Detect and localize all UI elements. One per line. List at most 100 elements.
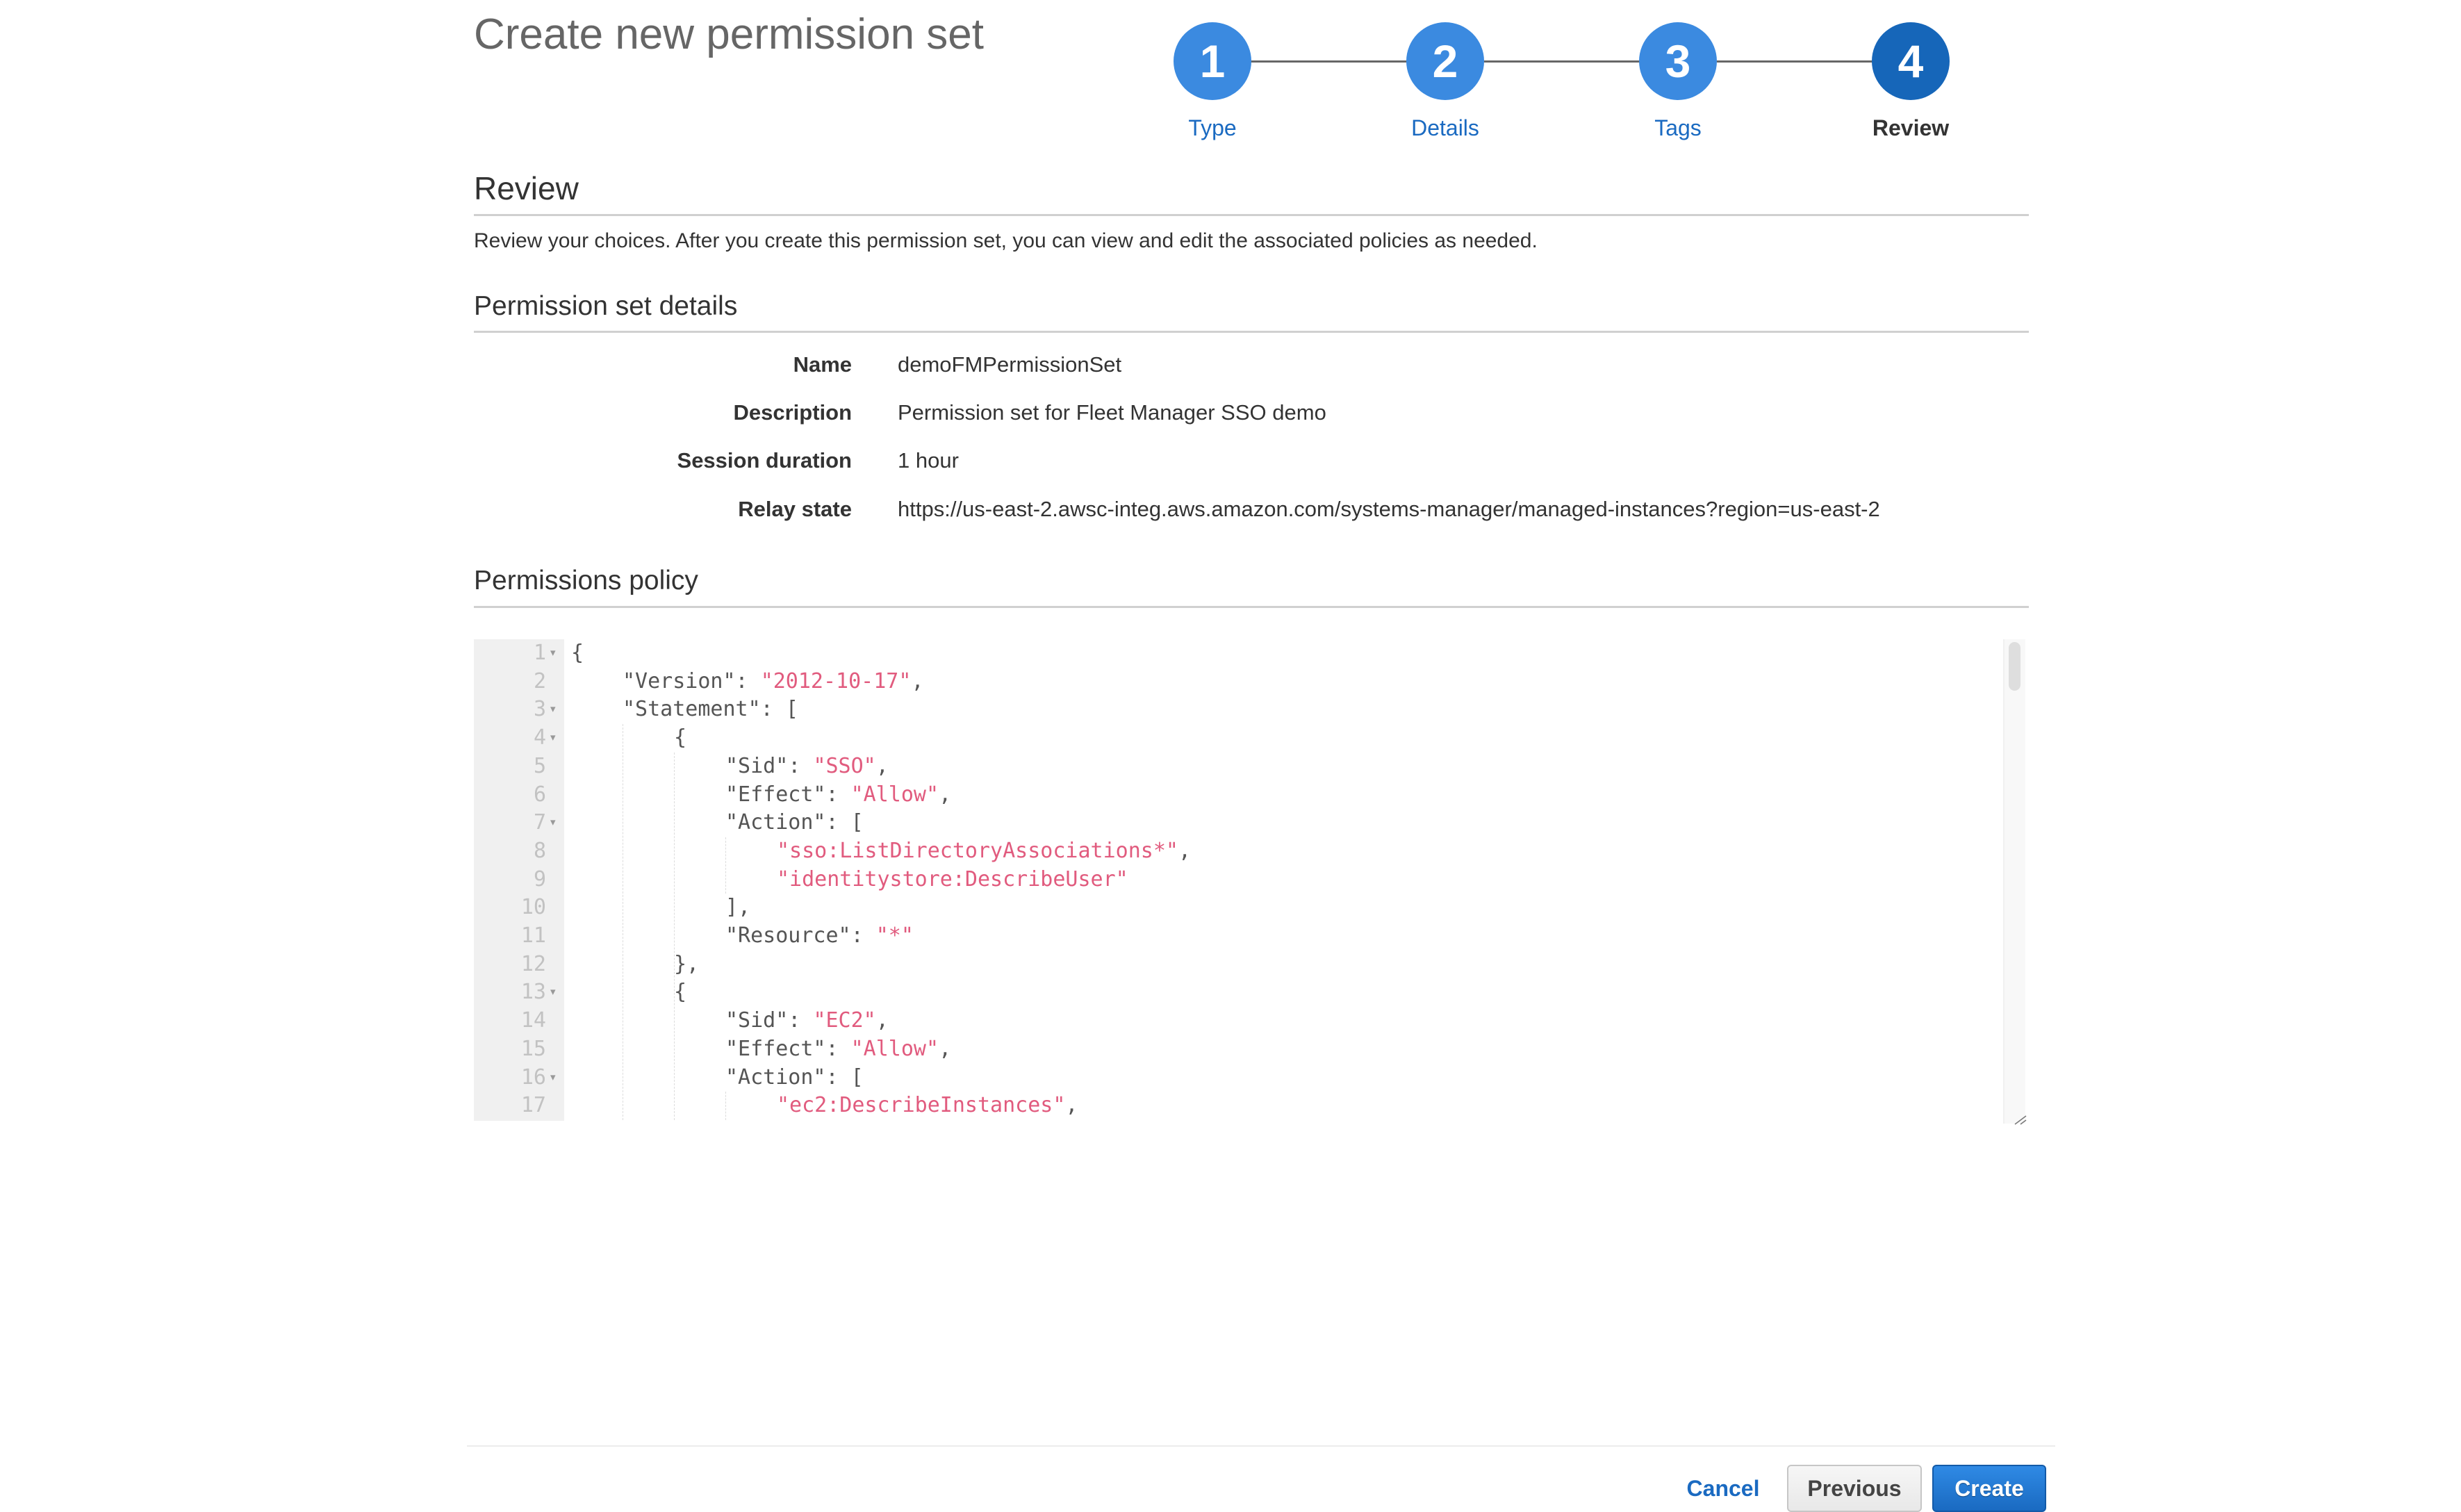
json-key: "Action":	[725, 1065, 851, 1090]
review-description: Review your choices. After you create th…	[474, 229, 1538, 252]
step-2-circle[interactable]: 2	[1406, 22, 1484, 100]
code-line: "ec2:DescribeInstances",	[777, 1092, 1078, 1119]
detail-label-session-duration: Session duration	[677, 448, 852, 472]
json-string: "Allow"	[850, 782, 939, 807]
json-punctuation: ,	[875, 753, 889, 778]
json-punctuation: {	[571, 641, 584, 665]
line-number: 14	[520, 1008, 546, 1033]
step-3-label[interactable]: Tags	[1595, 115, 1761, 141]
fold-toggle-icon[interactable]: ▾	[550, 639, 556, 667]
details-heading: Permission set details	[474, 291, 738, 321]
json-key: "Resource":	[725, 923, 876, 948]
json-string: "SSO"	[813, 753, 876, 778]
json-key: "Effect":	[725, 782, 851, 807]
code-line: "Version": "2012-10-17",	[623, 668, 924, 696]
json-string: "sso:ListDirectoryAssociations*"	[777, 838, 1178, 863]
detail-value-relay-state: https://us-east-2.awsc-integ.aws.amazon.…	[898, 497, 1880, 521]
json-punctuation: ,	[1178, 838, 1192, 863]
line-number: 5	[533, 753, 546, 778]
code-line: {	[571, 639, 584, 667]
code-line: {	[674, 978, 686, 1006]
json-punctuation: ,	[911, 668, 924, 693]
divider	[474, 214, 2029, 216]
indent-guide	[725, 837, 726, 894]
json-punctuation: ,	[939, 782, 952, 807]
code-line: "Effect": "Allow",	[725, 781, 951, 809]
line-number: 2	[533, 668, 546, 693]
divider	[474, 331, 2029, 333]
line-number: 7	[533, 810, 546, 835]
json-punctuation: ,	[939, 1036, 952, 1061]
json-punctuation: ],	[725, 895, 751, 920]
line-number: 6	[533, 782, 546, 807]
detail-value-description: Permission set for Fleet Manager SSO dem…	[898, 400, 1326, 425]
line-number: 11	[520, 923, 546, 948]
code-line: "Statement": [	[623, 696, 798, 723]
code-line: "Sid": "SSO",	[725, 753, 889, 780]
step-connector	[1717, 60, 1872, 63]
code-line: "Sid": "EC2",	[725, 1007, 889, 1035]
code-line: "Action": [	[725, 1064, 864, 1092]
indent-guide	[725, 1092, 726, 1120]
json-key: "Action":	[725, 810, 851, 835]
line-number: 16	[520, 1065, 546, 1090]
json-string: "Allow"	[850, 1036, 939, 1061]
code-line: "Action": [	[725, 809, 864, 837]
json-string: "EC2"	[813, 1008, 876, 1033]
code-line: "Effect": "Allow",	[725, 1035, 951, 1063]
step-1-circle[interactable]: 1	[1174, 22, 1251, 100]
json-punctuation: },	[674, 951, 700, 976]
create-button[interactable]: Create	[1932, 1465, 2046, 1512]
detail-label-name: Name	[793, 352, 852, 377]
fold-toggle-icon[interactable]: ▾	[550, 1064, 556, 1092]
code-line: "identitystore:DescribeUser"	[777, 866, 1128, 894]
editor-scrollbar[interactable]	[2003, 639, 2025, 1124]
fold-toggle-icon[interactable]: ▾	[550, 724, 556, 752]
detail-label-relay-state: Relay state	[738, 497, 852, 521]
line-number: 9	[533, 866, 546, 891]
policy-code-editor[interactable]: 1 ▾ 2 3 ▾ 4 ▾ 5 6 7 ▾ 8 9 10 11 12 13 ▾ 14 15 16 ▾ 17 {"Versio…	[474, 639, 2029, 1121]
detail-value-name: demoFMPermissionSet	[898, 352, 1122, 377]
line-number-gutter: 1 ▾ 2 3 ▾ 4 ▾ 5 6 7 ▾ 8 9 10 11 12 13 ▾ 14 15 16 ▾ 17	[474, 639, 564, 1121]
detail-label-description: Description	[733, 400, 852, 425]
json-key: "Effect":	[725, 1036, 851, 1061]
json-string: "identitystore:DescribeUser"	[777, 866, 1128, 891]
divider	[474, 606, 2029, 608]
json-punctuation: [	[785, 697, 798, 722]
indent-guide	[674, 752, 675, 1120]
step-3-circle[interactable]: 3	[1639, 22, 1717, 100]
resize-handle-icon[interactable]	[2014, 1114, 2027, 1125]
json-punctuation: ,	[875, 1008, 889, 1033]
json-key: "Statement":	[623, 697, 786, 722]
fold-toggle-icon[interactable]: ▾	[550, 696, 556, 723]
line-number: 10	[520, 895, 546, 920]
cancel-button[interactable]: Cancel	[1681, 1465, 1765, 1512]
line-number: 1	[533, 641, 546, 665]
step-2-label[interactable]: Details	[1362, 115, 1529, 141]
json-punctuation: [	[850, 810, 864, 835]
review-heading: Review	[474, 170, 579, 206]
line-number: 17	[520, 1093, 546, 1118]
detail-value-session-duration: 1 hour	[898, 448, 959, 472]
line-number: 3	[533, 697, 546, 722]
code-line: "sso:ListDirectoryAssociations*",	[777, 837, 1191, 865]
line-number: 15	[520, 1036, 546, 1061]
json-punctuation: {	[674, 980, 687, 1005]
line-number: 8	[533, 838, 546, 863]
fold-toggle-icon[interactable]: ▾	[550, 809, 556, 837]
fold-toggle-icon[interactable]: ▾	[550, 978, 556, 1006]
json-punctuation: {	[674, 725, 687, 750]
scrollbar-thumb[interactable]	[2009, 642, 2020, 691]
step-1-label[interactable]: Type	[1129, 115, 1296, 141]
json-string: "*"	[875, 923, 914, 948]
json-punctuation: [	[850, 1065, 864, 1090]
json-string: "ec2:DescribeInstances"	[777, 1093, 1066, 1118]
json-punctuation: ,	[1065, 1093, 1078, 1118]
code-line: "Resource": "*"	[725, 922, 914, 950]
line-number: 13	[520, 980, 546, 1005]
json-key: "Version":	[623, 668, 761, 693]
code-line: {	[674, 724, 686, 752]
footer-divider	[467, 1445, 2055, 1447]
step-connector	[1251, 60, 1407, 63]
previous-button[interactable]: Previous	[1787, 1465, 1922, 1512]
